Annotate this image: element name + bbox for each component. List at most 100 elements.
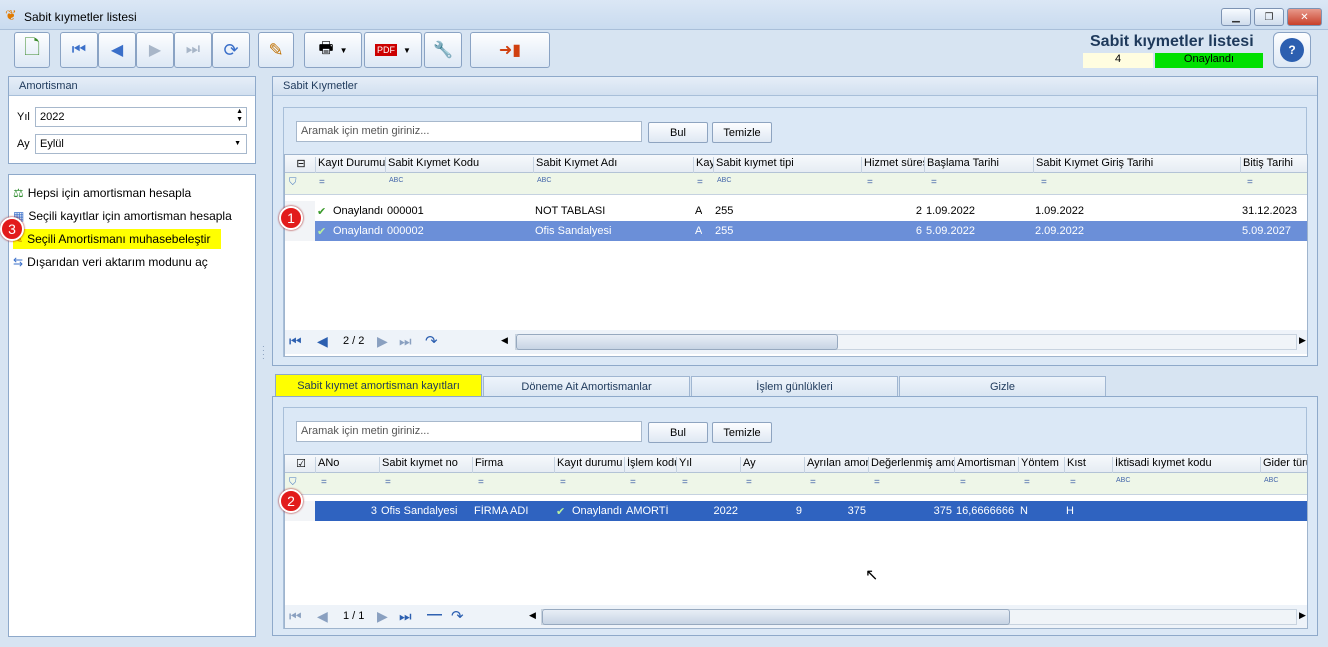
col-header[interactable]: Sabit Kıymet Kodu — [385, 157, 533, 173]
filter-mark[interactable]: = — [1024, 477, 1030, 488]
edit-button[interactable]: ✎ — [258, 32, 294, 68]
filter-mark[interactable]: = — [385, 477, 391, 488]
filter-mark[interactable]: = — [697, 177, 703, 188]
col-header[interactable]: Ayrılan amortisman — [804, 457, 868, 473]
tab-gizle[interactable]: Gizle — [899, 376, 1106, 397]
filter-mark[interactable]: = — [478, 477, 484, 488]
prev-page-icon[interactable]: ◀ — [317, 608, 328, 625]
top-clear-button[interactable]: Temizle — [712, 122, 772, 143]
action-import-mode[interactable]: ⇆ Dışarıdan veri aktarım modunu aç — [13, 252, 208, 272]
last-page-icon[interactable]: ⏭ — [399, 608, 412, 625]
scroll-thumb[interactable] — [516, 334, 838, 350]
col-header[interactable]: Kayıt Durumu — [315, 157, 385, 173]
filter-mark[interactable]: ABC — [1116, 477, 1130, 484]
col-header[interactable]: Sabit Kıymet Adı — [533, 157, 693, 173]
filter-mark[interactable]: ABC — [537, 177, 551, 184]
next-page-icon[interactable]: ▶ — [377, 608, 388, 625]
scroll-left-icon[interactable]: ◀ — [529, 610, 536, 621]
col-header[interactable]: Başlama Tarihi — [924, 157, 1033, 173]
filter-mark[interactable]: = — [321, 477, 327, 488]
exit-button[interactable]: ➜▮ — [470, 32, 550, 68]
col-header[interactable]: Sabit Kıymet Giriş Tarihi — [1033, 157, 1240, 173]
col-header[interactable]: Yöntem — [1018, 457, 1064, 473]
refresh-button[interactable]: ⟳ — [212, 32, 250, 68]
col-header[interactable]: Firma — [472, 457, 554, 473]
col-header[interactable]: Kıst — [1064, 457, 1112, 473]
filter-mark[interactable]: = — [1041, 177, 1047, 188]
filter-mark[interactable]: = — [931, 177, 937, 188]
filter-mark[interactable]: = — [682, 477, 688, 488]
spinner-arrows-icon[interactable]: ▲ ▼ — [236, 108, 243, 124]
bottom-horizontal-scrollbar[interactable] — [541, 609, 1297, 625]
filter-mark[interactable]: = — [867, 177, 873, 188]
filter-mark[interactable]: = — [560, 477, 566, 488]
prev-page-icon[interactable]: ◀ — [317, 333, 328, 350]
prev-record-button[interactable]: ◀ — [98, 32, 136, 68]
filter-mark[interactable]: = — [746, 477, 752, 488]
col-header[interactable]: İktisadi kıymet kodu — [1112, 457, 1260, 473]
table-row[interactable]: ✔ Onaylandı 000001 NOT TABLASI A 255 2 1… — [285, 201, 1307, 221]
refresh-page-icon[interactable]: ↷ — [451, 607, 464, 625]
filter-mark[interactable]: = — [1070, 477, 1076, 488]
next-page-icon[interactable]: ▶ — [377, 333, 388, 350]
bottom-find-button[interactable]: Bul — [648, 422, 708, 443]
action-post-selected[interactable]: ✎Seçili Amortismanı muhasebeleştir — [13, 229, 221, 249]
col-header[interactable]: İşlem kodu — [624, 457, 676, 473]
top-grid-filter-row[interactable]: ⛉ = ABC ABC = ABC = = = = — [285, 173, 1307, 195]
minimize-button[interactable]: ▁ — [1221, 8, 1251, 26]
col-header[interactable]: Hizmet süresi — [861, 157, 924, 173]
filter-mark[interactable]: = — [810, 477, 816, 488]
select-all-checkbox[interactable]: ☑ — [285, 457, 315, 473]
col-header[interactable]: Amortisman — [954, 457, 1018, 473]
first-page-icon[interactable]: ⏮ — [289, 608, 302, 625]
table-row-selected[interactable]: 3 Ofis Sandalyesi FİRMA ADI ✔ Onaylandı … — [285, 501, 1307, 521]
settings-button[interactable]: 🔧 — [424, 32, 462, 68]
filter-mark[interactable]: = — [630, 477, 636, 488]
col-header[interactable]: Sabit kıymet tipi — [713, 157, 861, 173]
filter-mark[interactable]: = — [960, 477, 966, 488]
action-calc-all[interactable]: ⚖ Hepsi için amortisman hesapla — [13, 183, 191, 203]
filter-mark[interactable]: = — [874, 477, 880, 488]
filter-mark[interactable]: ABC — [389, 177, 403, 184]
col-header[interactable]: Değerlenmiş amortisman — [868, 457, 954, 473]
bottom-clear-button[interactable]: Temizle — [712, 422, 772, 443]
scroll-left-icon[interactable]: ◀ — [501, 335, 508, 346]
scroll-thumb[interactable] — [542, 609, 1010, 625]
new-record-button[interactable]: 🗋 — [14, 32, 50, 68]
tab-amortisman-kayitlari[interactable]: Sabit kıymet amortisman kayıtları — [275, 374, 482, 397]
col-header[interactable]: Bitiş Tarihi — [1240, 157, 1307, 173]
month-dropdown[interactable]: Eylül ▼ — [35, 134, 247, 154]
col-header[interactable]: Ay — [740, 457, 804, 473]
col-header[interactable]: Sabit kıymet no — [379, 457, 472, 473]
col-header[interactable]: Gider türü — [1260, 457, 1307, 473]
print-button[interactable]: 🖶 ▼ — [304, 32, 362, 68]
top-horizontal-scrollbar[interactable] — [515, 334, 1297, 350]
last-record-button[interactable]: ⏭ — [174, 32, 212, 68]
col-header[interactable]: Kayıt durumu — [554, 457, 624, 473]
maximize-button[interactable]: ❐ — [1254, 8, 1284, 26]
chevron-down-icon[interactable]: ▼ — [234, 140, 241, 147]
bottom-grid-filter-row[interactable]: ⛉ = = = = = = = = = = = = ABC ABC — [285, 473, 1307, 495]
table-row-selected[interactable]: ✔ Onaylandı 000002 Ofis Sandalyesi A 255… — [285, 221, 1307, 241]
filter-mark[interactable]: = — [319, 177, 325, 188]
col-header[interactable]: Yıl — [676, 457, 740, 473]
column-chooser-icon[interactable]: ⊟ — [285, 157, 315, 173]
next-record-button[interactable]: ▶ — [136, 32, 174, 68]
year-spinner[interactable]: 2022 ▲ ▼ — [35, 107, 247, 127]
filter-mark[interactable]: ABC — [1264, 477, 1278, 484]
tab-doneme-ait[interactable]: Döneme Ait Amortismanlar — [483, 376, 690, 397]
scroll-right-icon[interactable]: ▶ — [1299, 610, 1306, 621]
first-record-button[interactable]: ⏮ — [60, 32, 98, 68]
splitter-grip[interactable]: · · · · — [262, 343, 265, 365]
last-page-icon[interactable]: ⏭ — [399, 333, 412, 350]
refresh-page-icon[interactable]: ↷ — [425, 332, 438, 350]
close-button[interactable]: ✕ — [1287, 8, 1322, 26]
help-button[interactable]: ? — [1273, 32, 1311, 68]
first-page-icon[interactable]: ⏮ — [289, 333, 302, 350]
col-header[interactable]: Kay — [693, 157, 713, 173]
export-pdf-button[interactable]: PDF ▼ — [364, 32, 422, 68]
top-search-input[interactable]: Aramak için metin giriniz... — [296, 121, 642, 142]
top-find-button[interactable]: Bul — [648, 122, 708, 143]
scroll-right-icon[interactable]: ▶ — [1299, 335, 1306, 346]
filter-mark[interactable]: ABC — [717, 177, 731, 184]
